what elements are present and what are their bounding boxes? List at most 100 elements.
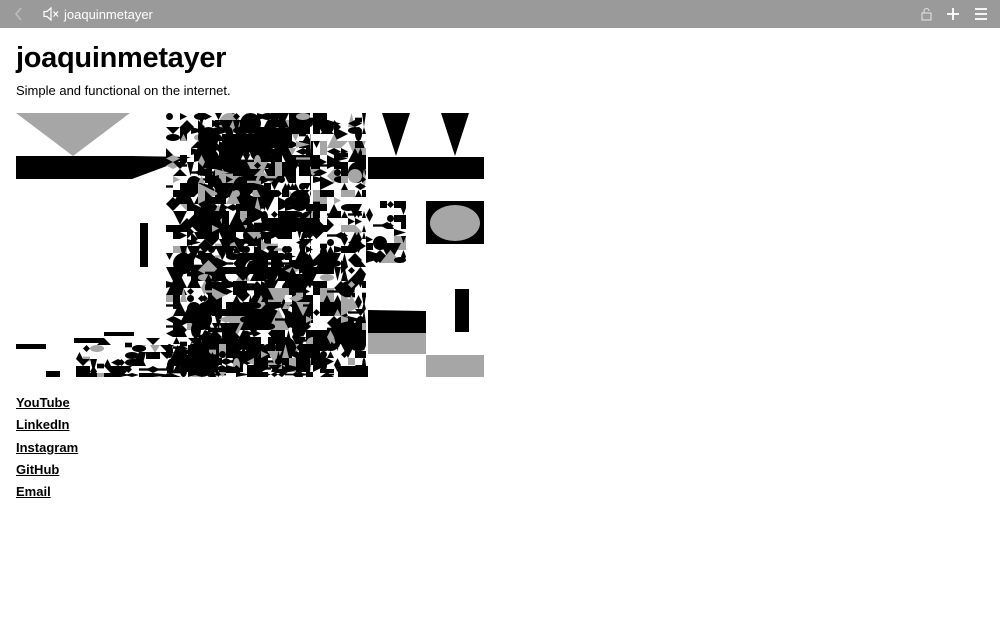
artwork-shape [180,155,187,162]
artwork-shape [320,274,334,281]
menu-icon[interactable] [973,7,989,21]
artwork-shape [289,260,296,267]
artwork-shape [366,236,373,243]
artwork-shape [254,330,261,337]
back-icon[interactable] [10,4,28,24]
artwork-shape [254,260,268,267]
artwork-shape [180,164,187,167]
artwork-shape [362,372,366,377]
link-email[interactable]: Email [16,481,78,503]
artwork-shape [187,204,194,211]
link-youtube[interactable]: YouTube [16,392,78,414]
link-instagram[interactable]: Instagram [16,437,78,459]
artwork-shape [394,201,406,208]
artwork-shape [76,359,90,366]
artwork-shape [327,290,341,293]
artwork-shape [306,246,313,253]
artwork-shape [341,169,348,176]
artwork-shape [212,274,219,281]
artwork-shape [219,351,226,358]
artwork-shape [355,218,362,225]
artwork-shape [334,162,348,169]
artwork-shape [268,225,282,232]
speaker-muted-icon[interactable] [43,6,59,22]
plus-icon[interactable] [945,6,961,22]
artwork-shape [355,190,362,197]
link-github[interactable]: GitHub [16,459,78,481]
artwork-shape [247,316,254,330]
artwork-shape [313,267,320,274]
generative-artwork-image [16,113,484,377]
artwork-shape [341,211,348,218]
artwork-shape [310,348,311,354]
artwork-shape [289,197,296,204]
artwork-shape [268,234,275,237]
artwork-shape [296,113,310,120]
artwork-shape [233,190,240,197]
artwork-shape [181,359,188,373]
lock-icon[interactable] [920,7,933,21]
artwork-shape [310,239,311,246]
artwork-shape [268,148,275,155]
artwork-shape [313,309,320,316]
artwork-shape [313,141,320,148]
artwork-shape [282,127,296,134]
artwork-shape [205,225,212,232]
artwork-shape [348,218,355,225]
artwork-shape [362,211,366,218]
artwork-shape [327,239,334,246]
artwork-shape [289,211,303,218]
tab-title: joaquinmetayer [64,7,153,22]
artwork-shape [268,262,282,265]
artwork-shape [327,246,334,253]
artwork-shape [139,347,146,350]
artwork-shape [233,185,247,188]
page-title: joaquinmetayer [16,42,227,74]
artwork-shape [289,169,296,183]
artwork-shape [366,208,373,222]
artwork-shape [275,218,282,225]
artwork-shape [180,113,187,120]
artwork-shape [320,141,327,155]
artwork-shape [167,369,181,374]
artwork-shape [173,169,187,176]
artwork-shape [191,323,198,337]
artwork-shape [310,246,311,253]
artwork-shape [261,232,268,239]
artwork-shape [299,339,306,342]
artwork-shape [313,337,320,344]
artwork-shape [205,290,212,293]
artwork-shape [362,225,366,232]
artwork-shape [289,344,296,351]
artwork-shape [362,190,366,197]
artwork-shape [76,340,90,343]
artwork-shape [240,246,247,253]
artwork-shape [240,211,247,218]
artwork-shape [334,267,341,281]
artwork-shape [282,262,289,265]
artwork-shape [247,267,254,274]
artwork-shape [362,323,366,330]
artwork-shape [289,281,303,288]
artwork-shape [313,127,320,134]
browser-toolbar: joaquinmetayer [0,0,1000,28]
artwork-shape [205,178,212,181]
artwork-shape [226,288,233,295]
artwork-shape [327,373,334,376]
artwork-shape [261,178,275,181]
artwork-shape [180,232,187,239]
artwork-shape [310,190,311,197]
artwork-shape [394,257,406,263]
artwork-shape [166,134,180,141]
artwork-shape [173,337,180,344]
artwork-shape [341,225,355,232]
artwork-shape [219,274,226,281]
artwork-shape [296,157,310,160]
artwork-shape [271,211,278,218]
artwork-shape [387,201,394,208]
link-linkedin[interactable]: LinkedIn [16,414,78,436]
artwork-shape [362,281,366,288]
artwork-shape [166,113,173,120]
artwork-shape [275,234,289,237]
artwork-shape [366,243,373,250]
